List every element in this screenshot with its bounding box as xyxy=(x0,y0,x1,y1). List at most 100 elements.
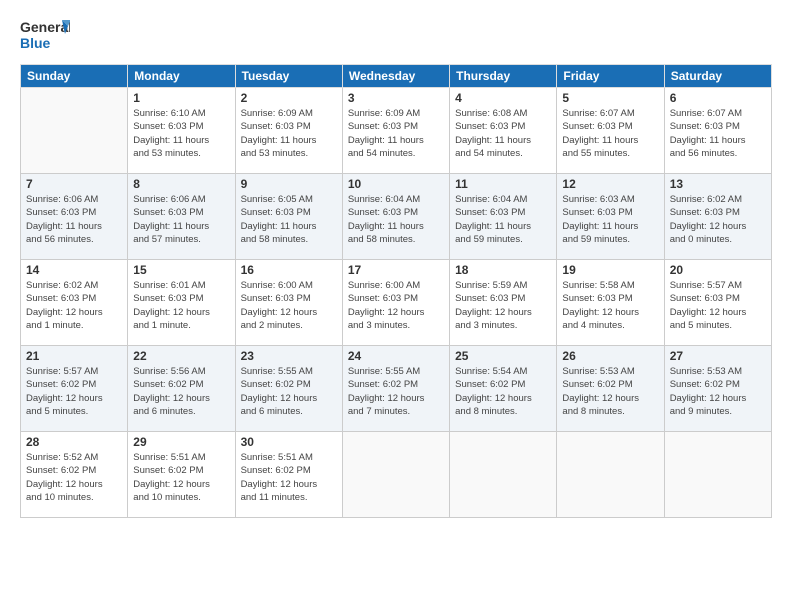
calendar-cell: 6 Sunrise: 6:07 AM Sunset: 6:03 PM Daylig… xyxy=(664,88,771,174)
calendar-cell: 3Sunrise: 6:09 AM Sunset: 6:03 PM Daylig… xyxy=(342,88,449,174)
day-number: 29 xyxy=(133,435,229,449)
day-info: Sunrise: 6:07 AM Sunset: 6:03 PM Dayligh… xyxy=(670,107,766,160)
day-number: 19 xyxy=(562,263,658,277)
day-number: 21 xyxy=(26,349,122,363)
day-info: Sunrise: 5:56 AM Sunset: 6:02 PM Dayligh… xyxy=(133,365,229,418)
calendar-week-row: 14 Sunrise: 6:02 AM Sunset: 6:03 PM Dayli… xyxy=(21,260,772,346)
calendar-cell: 21 Sunrise: 5:57 AM Sunset: 6:02 PM Dayli… xyxy=(21,346,128,432)
day-number: 28 xyxy=(26,435,122,449)
day-number: 24 xyxy=(348,349,444,363)
day-number: 30 xyxy=(241,435,337,449)
calendar-cell: 25Sunrise: 5:54 AM Sunset: 6:02 PM Dayli… xyxy=(450,346,557,432)
calendar-cell: 29 Sunrise: 5:51 AM Sunset: 6:02 PM Dayli… xyxy=(128,432,235,518)
calendar-cell: 22 Sunrise: 5:56 AM Sunset: 6:02 PM Dayli… xyxy=(128,346,235,432)
calendar-cell xyxy=(450,432,557,518)
day-info: Sunrise: 6:10 AM Sunset: 6:03 PM Dayligh… xyxy=(133,107,229,160)
calendar-col-header: Saturday xyxy=(664,65,771,88)
calendar-cell xyxy=(21,88,128,174)
day-number: 14 xyxy=(26,263,122,277)
day-info: Sunrise: 5:52 AM Sunset: 6:02 PM Dayligh… xyxy=(26,451,122,504)
day-info: Sunrise: 6:07 AM Sunset: 6:03 PM Dayligh… xyxy=(562,107,658,160)
calendar-cell: 12 Sunrise: 6:03 AM Sunset: 6:03 PM Dayli… xyxy=(557,174,664,260)
calendar-cell: 10 Sunrise: 6:04 AM Sunset: 6:03 PM Dayli… xyxy=(342,174,449,260)
calendar-cell: 15 Sunrise: 6:01 AM Sunset: 6:03 PM Dayli… xyxy=(128,260,235,346)
day-number: 27 xyxy=(670,349,766,363)
day-info: Sunrise: 5:55 AM Sunset: 6:02 PM Dayligh… xyxy=(241,365,337,418)
calendar-cell: 14 Sunrise: 6:02 AM Sunset: 6:03 PM Dayli… xyxy=(21,260,128,346)
calendar-week-row: 7 Sunrise: 6:06 AM Sunset: 6:03 PM Daylig… xyxy=(21,174,772,260)
day-number: 6 xyxy=(670,91,766,105)
day-number: 9 xyxy=(241,177,337,191)
calendar-col-header: Sunday xyxy=(21,65,128,88)
day-number: 1 xyxy=(133,91,229,105)
calendar-cell xyxy=(557,432,664,518)
day-info: Sunrise: 5:58 AM Sunset: 6:03 PM Dayligh… xyxy=(562,279,658,332)
calendar-cell: 8 Sunrise: 6:06 AM Sunset: 6:03 PM Daylig… xyxy=(128,174,235,260)
day-info: Sunrise: 6:01 AM Sunset: 6:03 PM Dayligh… xyxy=(133,279,229,332)
calendar-cell: 11 Sunrise: 6:04 AM Sunset: 6:03 PM Dayli… xyxy=(450,174,557,260)
day-number: 16 xyxy=(241,263,337,277)
day-info: Sunrise: 5:55 AM Sunset: 6:02 PM Dayligh… xyxy=(348,365,444,418)
calendar-cell: 7 Sunrise: 6:06 AM Sunset: 6:03 PM Daylig… xyxy=(21,174,128,260)
day-number: 10 xyxy=(348,177,444,191)
day-number: 15 xyxy=(133,263,229,277)
day-number: 26 xyxy=(562,349,658,363)
calendar-col-header: Monday xyxy=(128,65,235,88)
day-number: 4 xyxy=(455,91,551,105)
day-info: Sunrise: 6:05 AM Sunset: 6:03 PM Dayligh… xyxy=(241,193,337,246)
day-number: 17 xyxy=(348,263,444,277)
logo: General Blue xyxy=(20,16,70,54)
calendar-cell: 30 Sunrise: 5:51 AM Sunset: 6:02 PM Dayli… xyxy=(235,432,342,518)
day-info: Sunrise: 6:00 AM Sunset: 6:03 PM Dayligh… xyxy=(241,279,337,332)
calendar-cell: 23Sunrise: 5:55 AM Sunset: 6:02 PM Dayli… xyxy=(235,346,342,432)
calendar-col-header: Friday xyxy=(557,65,664,88)
day-info: Sunrise: 6:03 AM Sunset: 6:03 PM Dayligh… xyxy=(562,193,658,246)
calendar-cell xyxy=(664,432,771,518)
calendar: SundayMondayTuesdayWednesdayThursdayFrid… xyxy=(20,64,772,518)
day-number: 2 xyxy=(241,91,337,105)
calendar-cell xyxy=(342,432,449,518)
day-info: Sunrise: 6:02 AM Sunset: 6:03 PM Dayligh… xyxy=(670,193,766,246)
calendar-cell: 5 Sunrise: 6:07 AM Sunset: 6:03 PM Daylig… xyxy=(557,88,664,174)
calendar-cell: 16 Sunrise: 6:00 AM Sunset: 6:03 PM Dayli… xyxy=(235,260,342,346)
calendar-cell: 28 Sunrise: 5:52 AM Sunset: 6:02 PM Dayli… xyxy=(21,432,128,518)
header: General Blue xyxy=(20,16,772,54)
calendar-cell: 26 Sunrise: 5:53 AM Sunset: 6:02 PM Dayli… xyxy=(557,346,664,432)
calendar-cell: 27 Sunrise: 5:53 AM Sunset: 6:02 PM Dayli… xyxy=(664,346,771,432)
calendar-cell: 20Sunrise: 5:57 AM Sunset: 6:03 PM Dayli… xyxy=(664,260,771,346)
day-info: Sunrise: 5:51 AM Sunset: 6:02 PM Dayligh… xyxy=(241,451,337,504)
calendar-cell: 4 Sunrise: 6:08 AM Sunset: 6:03 PM Daylig… xyxy=(450,88,557,174)
calendar-cell: 18 Sunrise: 5:59 AM Sunset: 6:03 PM Dayli… xyxy=(450,260,557,346)
day-info: Sunrise: 5:53 AM Sunset: 6:02 PM Dayligh… xyxy=(670,365,766,418)
calendar-week-row: 1 Sunrise: 6:10 AM Sunset: 6:03 PM Daylig… xyxy=(21,88,772,174)
calendar-cell: 24 Sunrise: 5:55 AM Sunset: 6:02 PM Dayli… xyxy=(342,346,449,432)
day-info: Sunrise: 5:59 AM Sunset: 6:03 PM Dayligh… xyxy=(455,279,551,332)
day-number: 11 xyxy=(455,177,551,191)
calendar-cell: 9 Sunrise: 6:05 AM Sunset: 6:03 PM Daylig… xyxy=(235,174,342,260)
svg-text:Blue: Blue xyxy=(20,35,51,51)
day-number: 7 xyxy=(26,177,122,191)
day-info: Sunrise: 6:04 AM Sunset: 6:03 PM Dayligh… xyxy=(348,193,444,246)
day-number: 13 xyxy=(670,177,766,191)
day-number: 8 xyxy=(133,177,229,191)
day-number: 12 xyxy=(562,177,658,191)
day-info: Sunrise: 5:57 AM Sunset: 6:02 PM Dayligh… xyxy=(26,365,122,418)
day-info: Sunrise: 6:02 AM Sunset: 6:03 PM Dayligh… xyxy=(26,279,122,332)
calendar-cell: 1 Sunrise: 6:10 AM Sunset: 6:03 PM Daylig… xyxy=(128,88,235,174)
day-number: 22 xyxy=(133,349,229,363)
day-info: Sunrise: 6:06 AM Sunset: 6:03 PM Dayligh… xyxy=(133,193,229,246)
day-number: 18 xyxy=(455,263,551,277)
calendar-week-row: 28 Sunrise: 5:52 AM Sunset: 6:02 PM Dayli… xyxy=(21,432,772,518)
day-number: 3 xyxy=(348,91,444,105)
calendar-week-row: 21 Sunrise: 5:57 AM Sunset: 6:02 PM Dayli… xyxy=(21,346,772,432)
day-info: Sunrise: 5:53 AM Sunset: 6:02 PM Dayligh… xyxy=(562,365,658,418)
day-info: Sunrise: 6:04 AM Sunset: 6:03 PM Dayligh… xyxy=(455,193,551,246)
day-info: Sunrise: 6:08 AM Sunset: 6:03 PM Dayligh… xyxy=(455,107,551,160)
day-info: Sunrise: 6:06 AM Sunset: 6:03 PM Dayligh… xyxy=(26,193,122,246)
calendar-col-header: Wednesday xyxy=(342,65,449,88)
day-info: Sunrise: 5:51 AM Sunset: 6:02 PM Dayligh… xyxy=(133,451,229,504)
calendar-cell: 17 Sunrise: 6:00 AM Sunset: 6:03 PM Dayli… xyxy=(342,260,449,346)
day-info: Sunrise: 5:57 AM Sunset: 6:03 PM Dayligh… xyxy=(670,279,766,332)
day-info: Sunrise: 6:00 AM Sunset: 6:03 PM Dayligh… xyxy=(348,279,444,332)
day-number: 5 xyxy=(562,91,658,105)
